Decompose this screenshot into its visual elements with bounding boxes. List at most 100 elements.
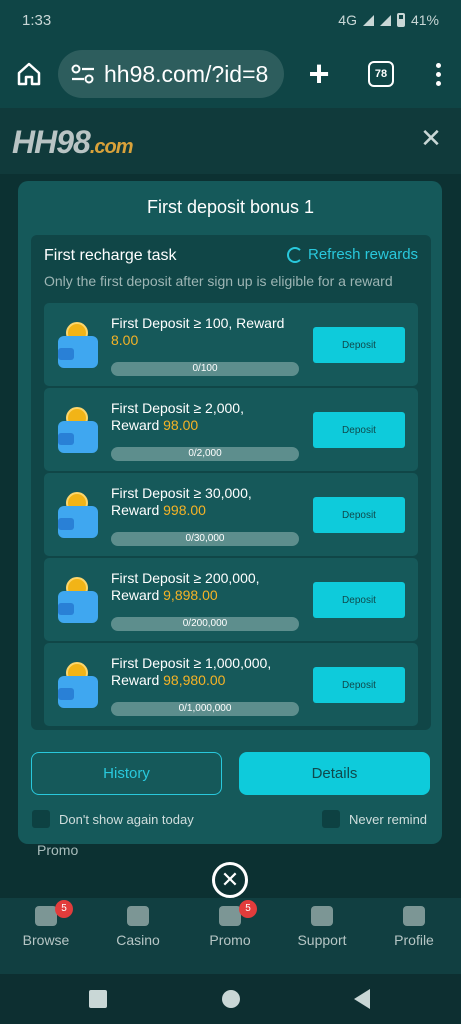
system-navigation-bar — [0, 974, 461, 1024]
network-label: 4G — [338, 12, 357, 28]
battery-level: 41% — [410, 12, 439, 28]
status-time: 1:33 — [22, 11, 52, 29]
wallet-icon — [56, 662, 100, 708]
profile-icon — [403, 906, 425, 926]
never-remind-checkbox[interactable]: Never remind — [322, 810, 427, 828]
deposit-button[interactable]: Deposit — [313, 582, 405, 618]
dont-show-label: Don't show again today — [59, 811, 194, 827]
promo-section-label: Promo — [37, 842, 79, 858]
task-progress-bar: 0/1,000,000 — [111, 702, 299, 716]
url-text: hh98.com/?id=8 — [104, 60, 269, 87]
nav-support[interactable]: Support — [287, 906, 357, 948]
close-icon[interactable]: ✕ — [419, 125, 443, 151]
deposit-button[interactable]: Deposit — [313, 667, 405, 703]
casino-icon — [127, 906, 149, 926]
back-icon[interactable] — [354, 989, 370, 1009]
progress-text: 0/30,000 — [185, 533, 225, 544]
task-condition: First Deposit ≥ 2,000, — [111, 400, 244, 416]
notification-badge: 5 — [55, 900, 73, 918]
task-description: First Deposit ≥ 100, Reward 8.00 — [111, 315, 306, 349]
reward-amount: 9,898.00 — [163, 587, 218, 603]
signal-icon-2 — [379, 14, 391, 26]
deposit-task-card: First Deposit ≥ 200,000, Reward 9,898.00 0… — [44, 558, 418, 641]
reward-prefix: Reward — [111, 587, 164, 603]
recents-icon[interactable] — [89, 990, 107, 1008]
task-progress-bar: 0/200,000 — [111, 617, 299, 631]
modal-title: First deposit bonus 1 — [146, 197, 315, 217]
wallet-icon — [56, 322, 100, 368]
task-condition: First Deposit ≥ 200,000, — [111, 570, 260, 586]
signal-icon — [362, 14, 374, 26]
nav-profile[interactable]: Profile — [379, 906, 449, 948]
progress-text: 0/200,000 — [182, 618, 228, 629]
home-circle-icon[interactable] — [222, 990, 240, 1008]
modal-close-button[interactable]: ✕ — [212, 862, 248, 898]
reward-amount: 8.00 — [111, 332, 139, 348]
deposit-task-card: First Deposit ≥ 30,000, Reward 998.00 0/30… — [44, 473, 418, 556]
notification-badge: 5 — [239, 900, 257, 918]
promo-icon — [219, 906, 241, 926]
site-header: HH98.com ✕ — [0, 108, 461, 174]
new-tab-button[interactable]: + — [304, 56, 334, 92]
checkbox-box[interactable] — [322, 810, 340, 828]
nav-promo[interactable]: Promo 5 — [195, 900, 265, 948]
nav-browse[interactable]: Browse 5 — [11, 900, 81, 948]
task-description: First Deposit ≥ 1,000,000, Reward 98,980.… — [111, 655, 306, 689]
reward-amount: 98.00 — [163, 417, 199, 433]
reward-amount: 98,980.00 — [163, 672, 226, 688]
deposit-task-card: First Deposit ≥ 100, Reward 8.00 0/100 Depo… — [44, 303, 418, 386]
reward-prefix: Reward — [111, 502, 164, 518]
status-bar: 1:33 4G 41% — [0, 0, 461, 40]
progress-text: 0/100 — [192, 363, 218, 374]
nav-casino[interactable]: Casino — [103, 906, 173, 948]
browse-icon — [35, 906, 57, 926]
wallet-icon — [56, 407, 100, 453]
task-progress-bar: 0/2,000 — [111, 447, 299, 461]
nav-label: Browse — [22, 932, 70, 948]
task-progress-bar: 0/30,000 — [111, 532, 299, 546]
home-button[interactable] — [12, 57, 46, 91]
site-logo[interactable]: HH98.com — [12, 124, 133, 161]
nav-label: Support — [297, 932, 347, 948]
tab-switcher-button[interactable]: 78 — [368, 61, 394, 87]
refresh-rewards-button[interactable]: Refresh rewards — [287, 246, 418, 263]
browser-menu-button[interactable] — [436, 62, 441, 86]
nav-label: Casino — [116, 932, 160, 948]
browser-toolbar: hh98.com/?id=8 + 78 — [0, 40, 461, 108]
never-remind-label: Never remind — [349, 811, 428, 827]
reward-prefix: Reward — [111, 672, 164, 688]
battery-icon — [396, 13, 405, 27]
nav-label: Profile — [394, 932, 434, 948]
site-settings-icon[interactable] — [70, 63, 96, 85]
task-condition: First Deposit ≥ 100, Reward — [111, 315, 285, 331]
deposit-button[interactable]: Deposit — [313, 412, 405, 448]
refresh-icon — [287, 246, 303, 263]
reward-amount: 998.00 — [163, 502, 206, 518]
task-condition: First Deposit ≥ 1,000,000, — [111, 655, 272, 671]
task-description: First Deposit ≥ 30,000, Reward 998.00 — [111, 485, 306, 519]
task-progress-bar: 0/100 — [111, 362, 299, 376]
progress-text: 0/2,000 — [188, 448, 222, 459]
checkbox-box[interactable] — [32, 810, 50, 828]
details-button[interactable]: Details — [239, 752, 430, 795]
support-icon — [311, 906, 333, 926]
task-condition: First Deposit ≥ 30,000, — [111, 485, 252, 501]
task-title: First recharge task — [44, 247, 177, 264]
home-icon — [17, 62, 41, 86]
deposit-task-card: First Deposit ≥ 2,000, Reward 98.00 0/2,00… — [44, 388, 418, 471]
deposit-button[interactable]: Deposit — [313, 497, 405, 533]
task-description: First Deposit ≥ 200,000, Reward 9,898.00 — [111, 570, 306, 604]
bottom-navigation: Browse 5 Casino Promo 5 Support Profile — [0, 898, 461, 974]
dont-show-today-checkbox[interactable]: Don't show again today — [32, 810, 194, 828]
deposit-task-card: First Deposit ≥ 1,000,000, Reward 98,980.… — [44, 643, 418, 726]
task-subtitle: Only the first deposit after sign up is … — [44, 273, 393, 289]
wallet-icon — [56, 577, 100, 623]
status-indicators: 4G 41% — [338, 12, 439, 28]
close-icon: ✕ — [220, 867, 240, 892]
reward-prefix: Reward — [111, 417, 164, 433]
history-button[interactable]: History — [31, 752, 222, 795]
progress-text: 0/1,000,000 — [178, 703, 232, 714]
wallet-icon — [56, 492, 100, 538]
deposit-button[interactable]: Deposit — [313, 327, 405, 363]
address-bar[interactable]: hh98.com/?id=8 — [58, 50, 284, 98]
